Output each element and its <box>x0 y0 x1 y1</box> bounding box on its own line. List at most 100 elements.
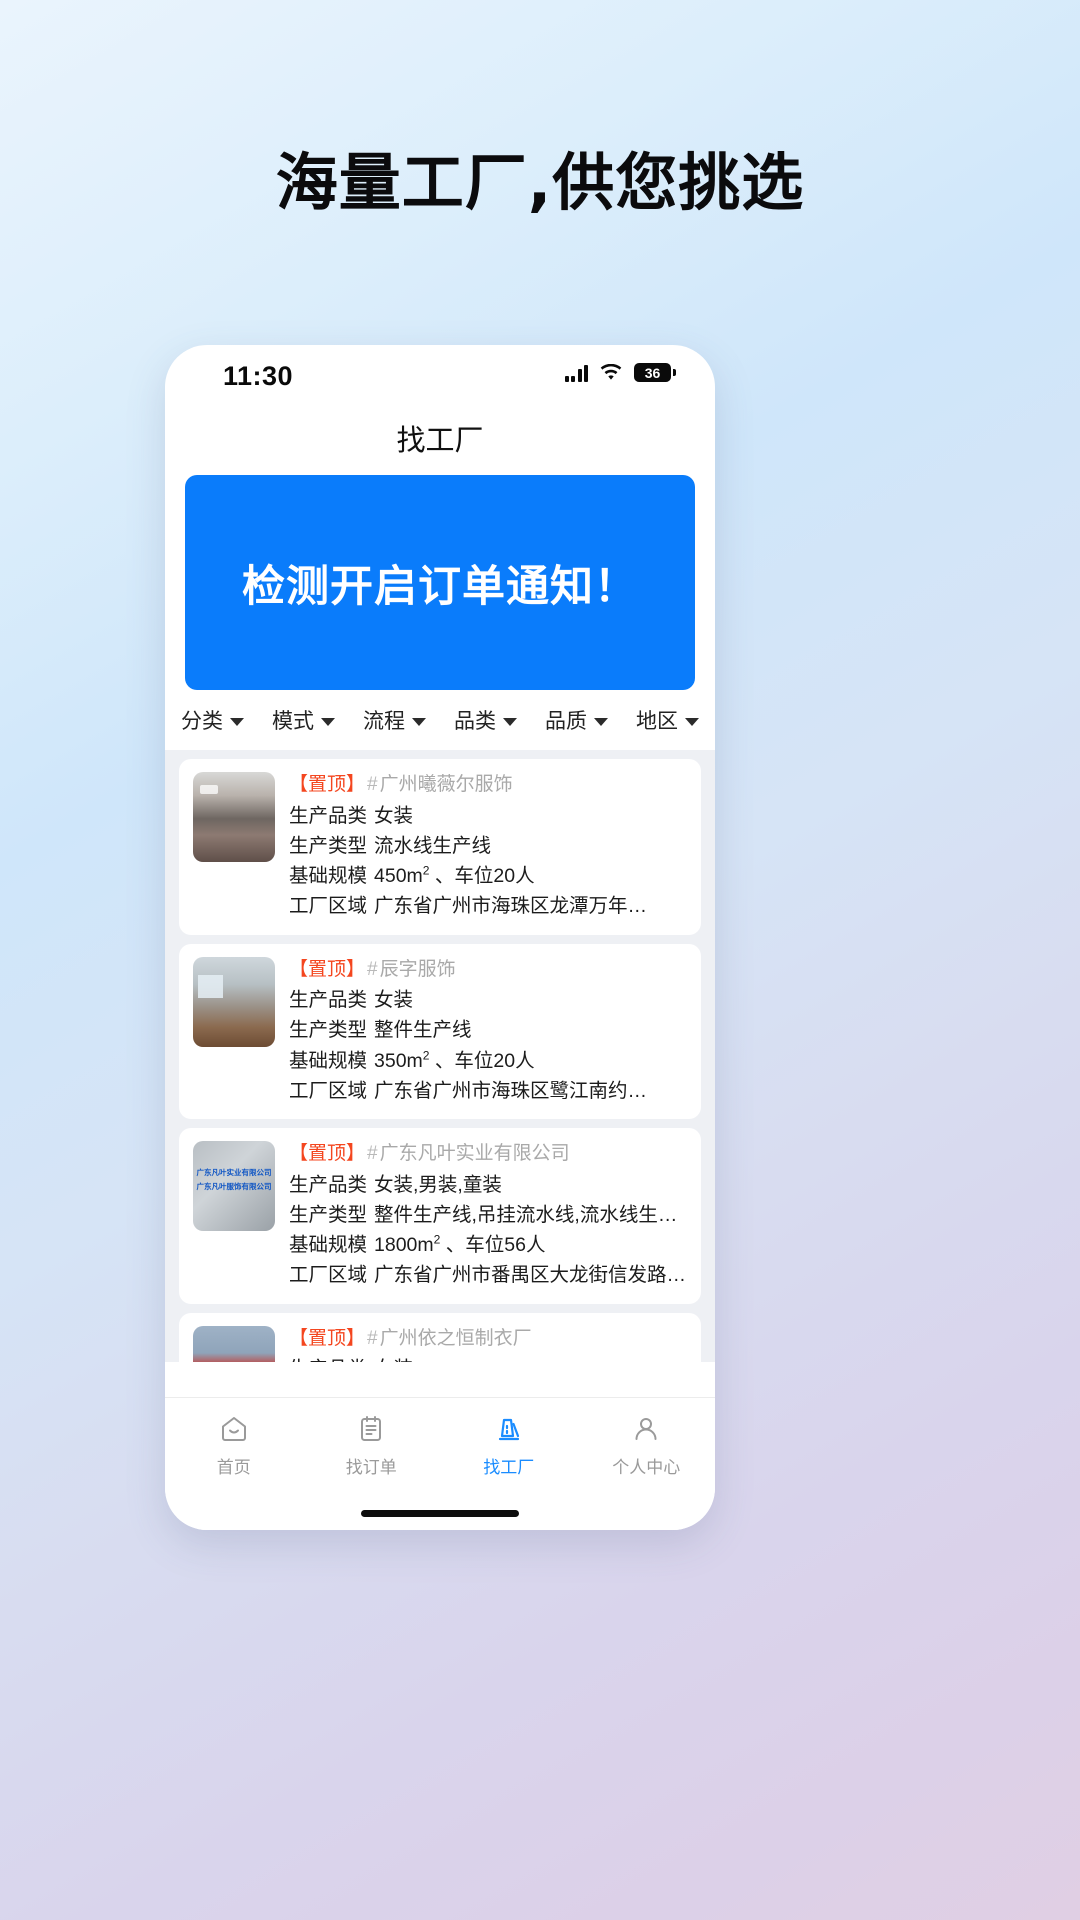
list-item[interactable]: 【置顶】 # 广州曦薇尔服饰 生产品类 女装 生产类型 流水线生产线 基础规模 450m2… <box>179 759 701 935</box>
row-production-type: 生产类型 整件生产线,吊挂流水线,流水线生… <box>289 1200 687 1230</box>
chevron-down-icon <box>594 717 608 726</box>
tab-home[interactable]: 首页 <box>165 1412 303 1478</box>
label-area: 工厂区域 <box>289 895 368 918</box>
row-product-type: 生产品类女装 <box>289 985 687 1015</box>
value-area: 广东省广州市海珠区鹭江南约… <box>374 1079 648 1102</box>
chevron-down-icon <box>503 717 517 726</box>
label-production-type: 生产类型 <box>289 834 368 857</box>
factory-title: 【置顶】 # 广东凡叶实业有限公司 <box>289 1141 687 1167</box>
thumbnail-signage-line1: 广东凡叶实业有限公司 <box>196 1168 272 1178</box>
top-badge: 【置顶】 <box>289 774 366 795</box>
factory-name: 广州曦薇尔服饰 <box>379 774 513 795</box>
hash-symbol: # <box>367 1327 378 1349</box>
page-title: 海量工厂,供您挑选 <box>275 146 805 219</box>
filter-mode-label: 模式 <box>272 710 314 733</box>
row-scale: 基础规模 1800m2 、车位56人 <box>289 1230 687 1260</box>
value-scale-rest: 、车位20人 <box>429 865 535 888</box>
label-product-type: 生产品类 <box>289 1173 368 1196</box>
tab-orders-label: 找订单 <box>345 1458 397 1477</box>
row-production-type: 生产类型 流水线生产线 <box>289 831 687 861</box>
value-scale-num: 1800m <box>374 1234 434 1257</box>
hash-symbol: # <box>367 1143 378 1165</box>
value-production-type: 整件生产线 <box>374 1019 472 1042</box>
tab-orders[interactable]: 找订单 <box>303 1412 441 1478</box>
chevron-down-icon <box>685 717 699 726</box>
status-bar: 11:30 36 <box>165 345 715 407</box>
tab-home-label: 首页 <box>216 1458 251 1477</box>
status-time: 11:30 <box>223 361 294 391</box>
notification-banner[interactable]: 检测开启订单通知！ <box>185 475 695 690</box>
list-item[interactable]: 广东凡叶实业有限公司 广东凡叶服饰有限公司 【置顶】 # 广东凡叶实业有限公司 生产… <box>179 1128 701 1304</box>
battery-level: 36 <box>644 364 661 381</box>
home-icon <box>217 1412 251 1446</box>
row-production-type: 生产类型 整件生产线 <box>289 1015 687 1045</box>
user-profile-icon <box>629 1412 663 1446</box>
factory-list[interactable]: 【置顶】 # 广州曦薇尔服饰 生产品类 女装 生产类型 流水线生产线 基础规模 450m2… <box>165 750 715 1362</box>
nav-title: 找工厂 <box>396 425 484 457</box>
status-icons: 36 <box>564 363 676 382</box>
hash-symbol: # <box>367 958 378 980</box>
label-production-type: 生产类型 <box>289 1019 368 1042</box>
value-area: 广东省广州市海珠区龙潭万年… <box>374 895 648 918</box>
value-area: 广东省广州市番禺区大龙街信发路… <box>374 1264 687 1287</box>
factory-thumbnail: 广东凡叶实业有限公司 广东凡叶服饰有限公司 <box>193 1141 275 1232</box>
label-scale: 基础规模 <box>289 1049 368 1072</box>
list-item[interactable]: 广州依之恒制衣厂 【置顶】#广州依之恒制衣厂 生产品类女装 生产类型整件生产线 <box>179 1312 701 1362</box>
tab-profile-label: 个人中心 <box>612 1458 681 1477</box>
home-indicator <box>361 1510 519 1517</box>
factory-name: 广东凡叶实业有限公司 <box>379 1143 570 1165</box>
wifi-icon <box>599 363 623 382</box>
filter-region[interactable]: 地区 <box>636 705 699 735</box>
phone-mockup: 11:30 36 找工厂 检测开启订单通知！ 分类 模式 流程 品类 品质 地区… <box>165 345 715 1530</box>
filter-quality-label: 品质 <box>545 710 587 733</box>
tab-factories-label: 找工厂 <box>483 1458 535 1477</box>
battery-icon: 36 <box>634 363 676 382</box>
factory-thumbnail: 广州依之恒制衣厂 <box>193 1325 275 1362</box>
filter-product-label: 品类 <box>454 710 496 733</box>
row-product-type: 生产品类女装 <box>289 801 687 831</box>
notification-banner-text: 检测开启订单通知！ <box>242 561 638 612</box>
factory-name: 广州依之恒制衣厂 <box>379 1327 532 1349</box>
value-scale-num: 350m <box>374 1049 423 1072</box>
row-area: 工厂区域 广东省广州市海珠区龙潭万年… <box>289 891 687 921</box>
filter-process-label: 流程 <box>363 710 405 733</box>
factory-title: 【置顶】 # 辰字服饰 <box>289 957 687 983</box>
filter-process[interactable]: 流程 <box>363 705 426 735</box>
row-scale: 基础规模 450m2 、车位20人 <box>289 861 687 891</box>
label-product-type: 生产品类 <box>289 804 368 827</box>
value-product-type: 女装 <box>367 1358 413 1362</box>
factory-icon <box>492 1412 526 1446</box>
chevron-down-icon <box>230 717 244 726</box>
list-item[interactable]: 【置顶】 # 辰字服饰 生产品类 女装 生产类型 整件生产线 基础规模 350m2 、车位… <box>179 943 701 1120</box>
label-area: 工厂区域 <box>289 1264 368 1287</box>
label-scale: 基础规模 <box>289 865 368 888</box>
value-scale-num: 450m <box>374 865 423 888</box>
bottom-tab-bar: 首页 找订单 找工厂 个人中心 <box>165 1397 715 1530</box>
top-badge: 【置顶】 <box>289 1327 366 1349</box>
value-scale-sup: 2 <box>422 863 430 878</box>
chevron-down-icon <box>321 717 335 726</box>
filter-bar: 分类 模式 流程 品类 品质 地区 <box>165 690 715 750</box>
tab-profile[interactable]: 个人中心 <box>578 1412 716 1478</box>
value-scale-sup: 2 <box>422 1048 430 1063</box>
row-scale: 基础规模 350m2 、车位20人 <box>289 1046 687 1076</box>
filter-region-label: 地区 <box>636 710 678 733</box>
factory-title: 【置顶】 # 广州依之恒制衣厂 <box>289 1326 687 1352</box>
value-product-type: 女装 <box>374 989 414 1012</box>
top-badge: 【置顶】 <box>289 1143 366 1165</box>
label-product-type: 生产品类 <box>289 989 368 1012</box>
tab-factories[interactable]: 找工厂 <box>440 1412 578 1478</box>
filter-quality[interactable]: 品质 <box>545 705 608 735</box>
filter-product[interactable]: 品类 <box>454 705 517 735</box>
value-production-type: 整件生产线,吊挂流水线,流水线生… <box>374 1203 678 1226</box>
label-production-type: 生产类型 <box>289 1203 368 1226</box>
label-area: 工厂区域 <box>289 1079 368 1102</box>
factory-title: 【置顶】 # 广州曦薇尔服饰 <box>289 772 687 798</box>
filter-mode[interactable]: 模式 <box>272 705 335 735</box>
filter-category[interactable]: 分类 <box>181 705 244 735</box>
row-area: 工厂区域 广东省广州市海珠区鹭江南约… <box>289 1076 687 1106</box>
value-production-type: 流水线生产线 <box>374 834 492 857</box>
order-list-icon <box>354 1412 388 1446</box>
factory-thumbnail <box>193 956 275 1047</box>
row-product-type: 生产品类 女装,男装,童装 <box>289 1170 687 1200</box>
